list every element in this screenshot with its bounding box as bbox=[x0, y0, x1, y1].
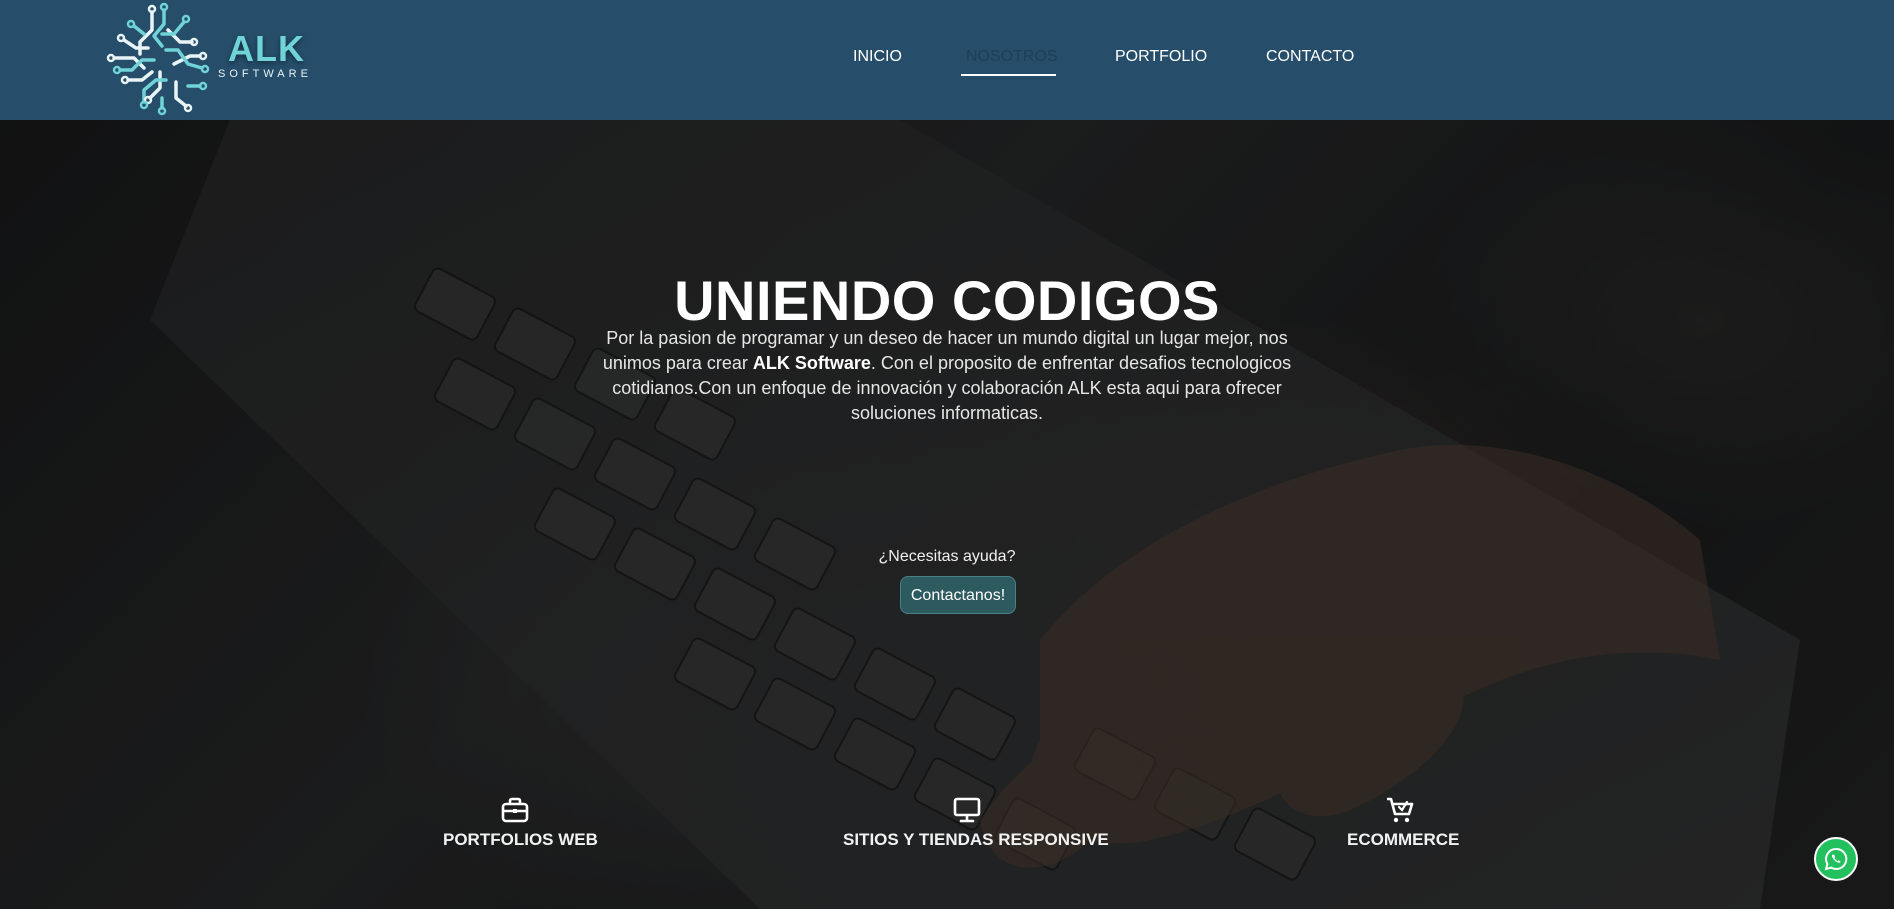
main-nav: INICIO NOSOTROS PORTFOLIO CONTACTO bbox=[0, 0, 1894, 120]
hero-title: UNIENDO CODIGOS bbox=[674, 268, 1220, 332]
feature-portfolios-web: PORTFOLIOS WEB bbox=[443, 796, 598, 850]
nav-item-portfolio[interactable]: PORTFOLIO bbox=[1115, 48, 1207, 66]
nav-item-nosotros[interactable]: NOSOTROS bbox=[966, 48, 1058, 66]
hero-description-brand: ALK Software bbox=[752, 353, 871, 373]
feature-sitios-responsive: SITIOS Y TIENDAS RESPONSIVE bbox=[843, 796, 1109, 850]
contact-button[interactable]: Contactanos! bbox=[900, 576, 1016, 614]
monitor-icon bbox=[953, 797, 981, 823]
page: ALK SOFTWARE INICIO NOSOTROS PORTFOLIO C… bbox=[0, 0, 1894, 909]
header: ALK SOFTWARE INICIO NOSOTROS PORTFOLIO C… bbox=[0, 0, 1894, 120]
feature-label: SITIOS Y TIENDAS RESPONSIVE bbox=[843, 830, 1109, 849]
briefcase-icon bbox=[501, 797, 529, 823]
keyboard-background-image bbox=[0, 120, 1894, 909]
nav-item-inicio[interactable]: INICIO bbox=[853, 48, 902, 66]
help-label: ¿Necesitas ayuda? bbox=[878, 548, 1016, 565]
cart-icon bbox=[1387, 797, 1414, 823]
feature-ecommerce: ECOMMERCE bbox=[1347, 796, 1459, 850]
nav-active-underline bbox=[961, 74, 1056, 76]
nav-item-contacto[interactable]: CONTACTO bbox=[1266, 48, 1354, 66]
feature-label: PORTFOLIOS WEB bbox=[443, 830, 598, 849]
whatsapp-icon bbox=[1824, 847, 1848, 871]
whatsapp-button[interactable] bbox=[1814, 837, 1858, 881]
hero-section: UNIENDO CODIGOS Por la pasion de program… bbox=[0, 120, 1894, 909]
feature-label: ECOMMERCE bbox=[1347, 830, 1460, 849]
hero-description: Por la pasion de programar y un deseo de… bbox=[587, 326, 1307, 426]
